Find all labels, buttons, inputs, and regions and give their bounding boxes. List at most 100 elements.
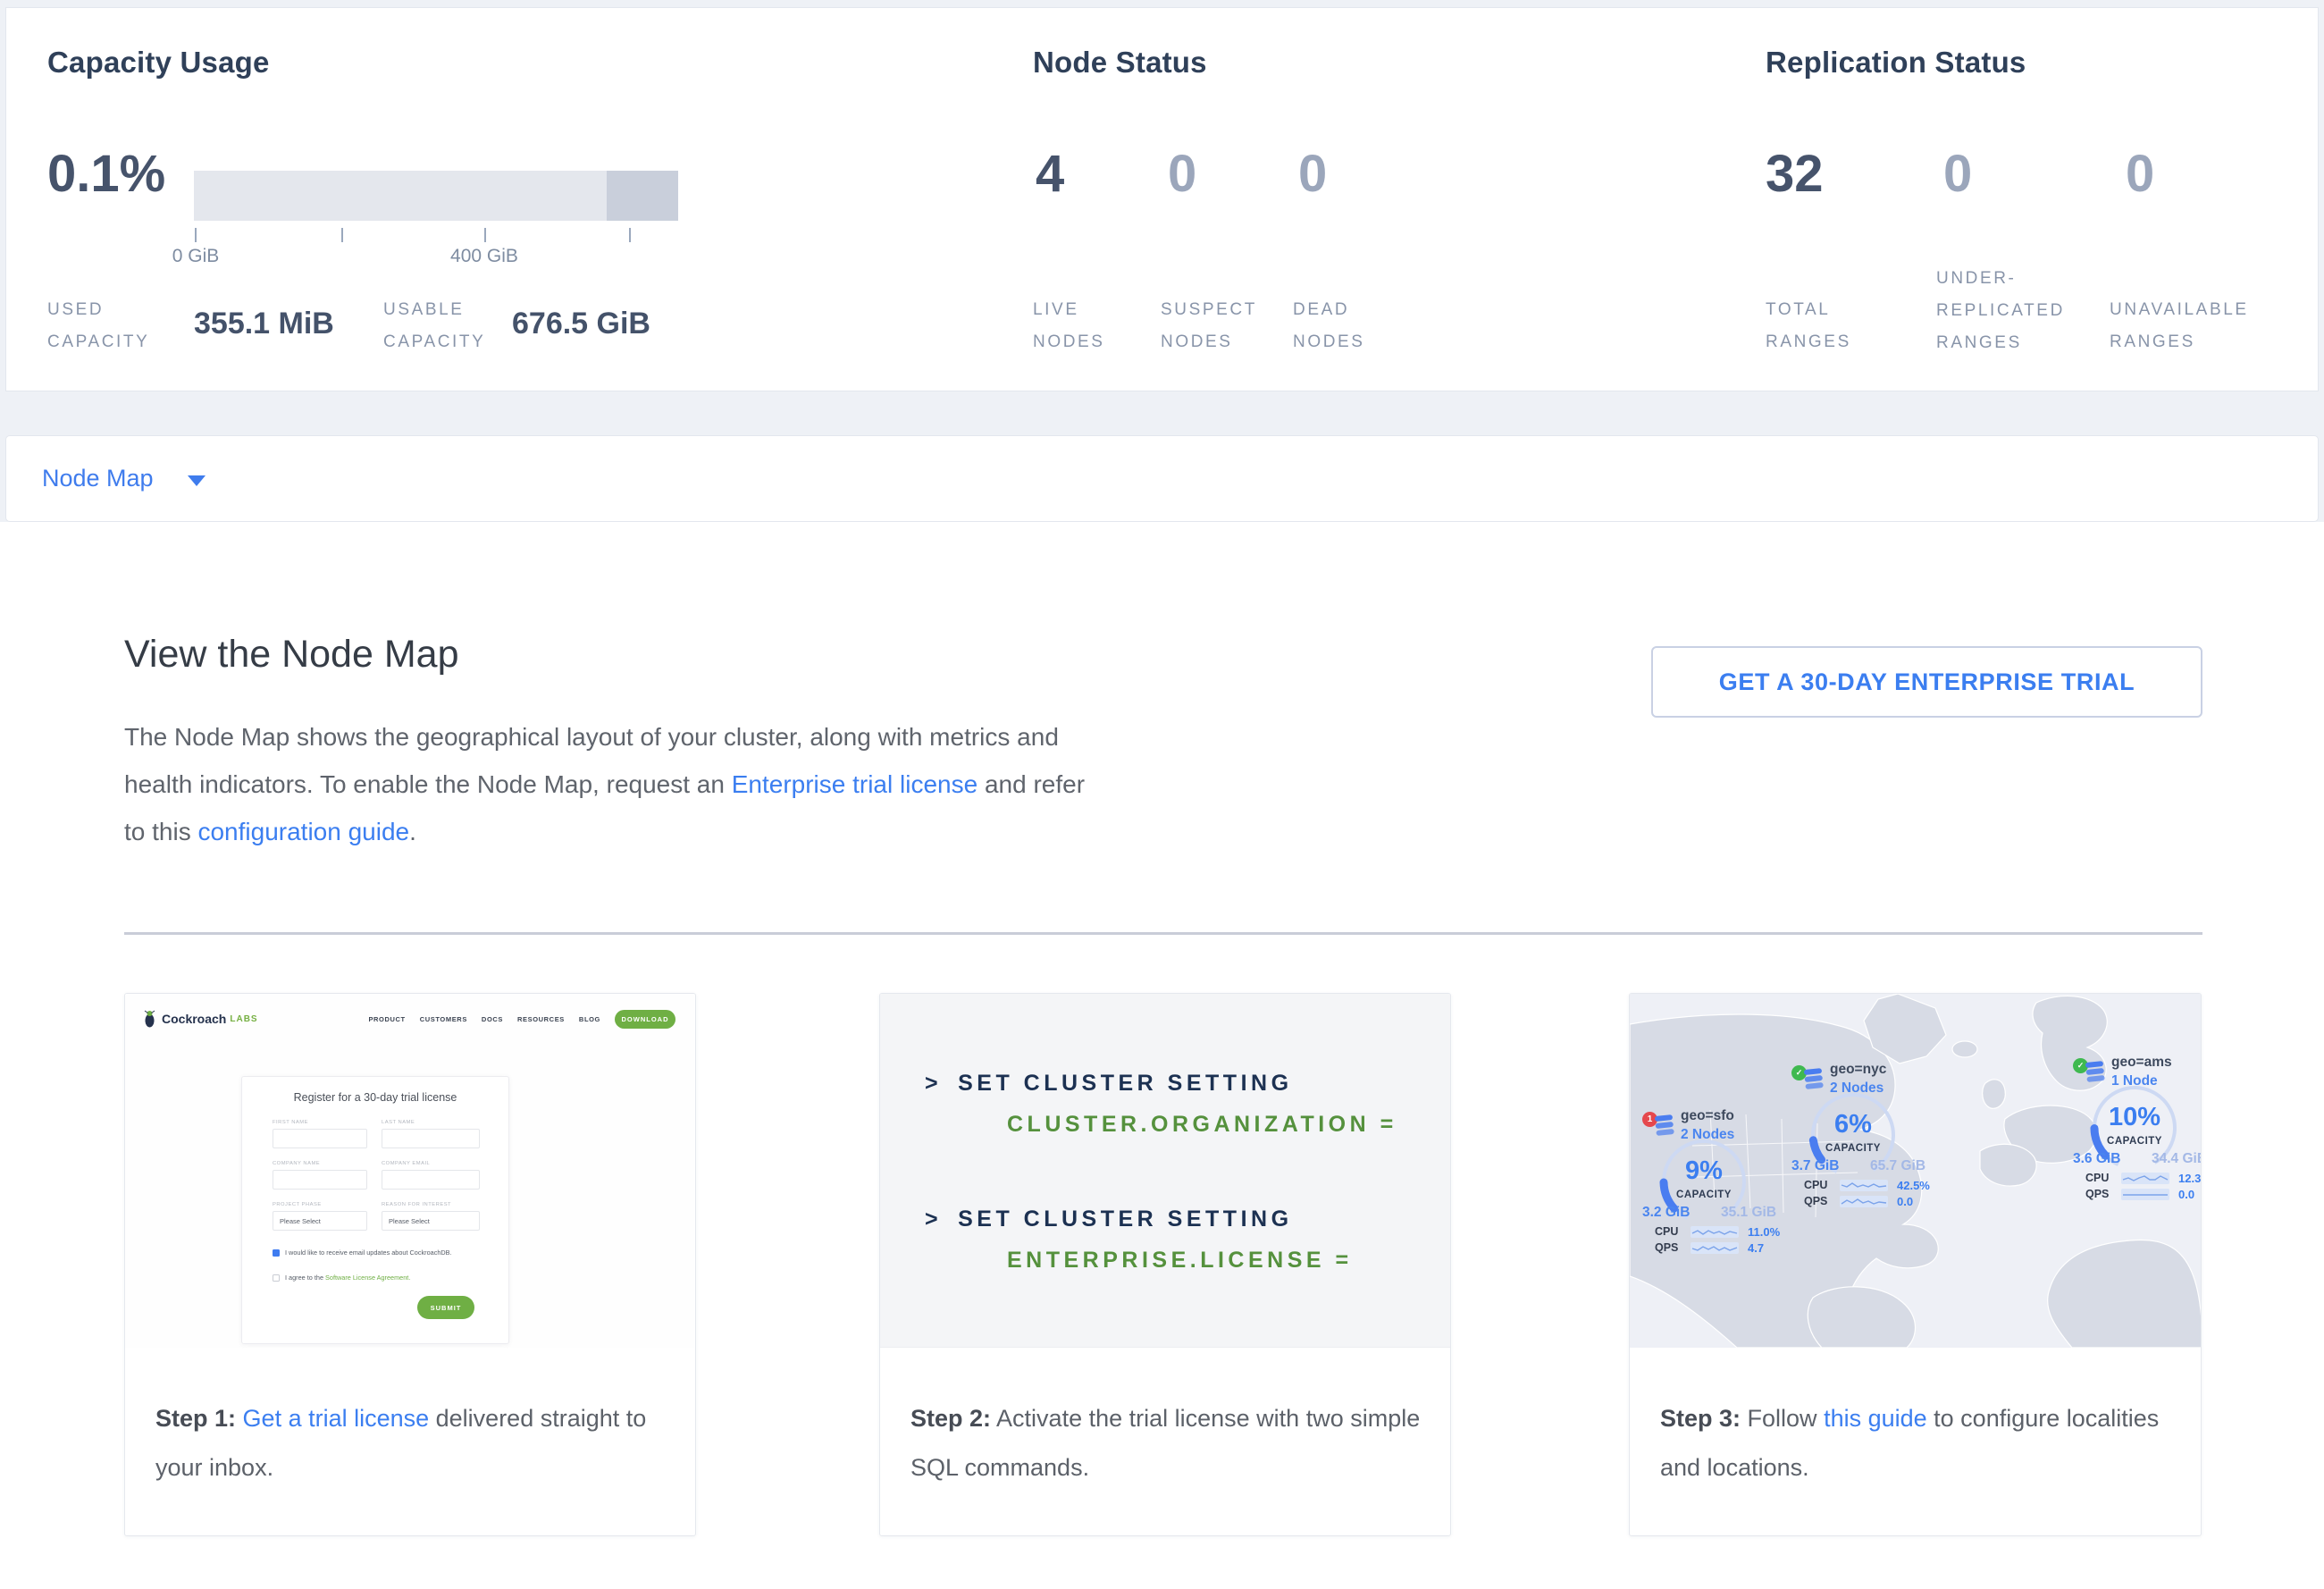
qps-label: QPS [1804, 1195, 1827, 1207]
capacity-percent: 9% [1650, 1156, 1758, 1186]
total-ranges-value: 32 [1766, 144, 1824, 204]
sql-setting-organization: CLUSTER.ORGANIZATION = [1007, 1112, 1397, 1138]
capacity-percent: 0.1% [47, 144, 165, 204]
sql-setting-license: ENTERPRISE.LICENSE = [1007, 1248, 1353, 1274]
this-guide-link[interactable]: this guide [1824, 1405, 1927, 1432]
total-ranges-label: TOTAL RANGES [1766, 294, 1851, 358]
locality-name: geo=ams [2111, 1055, 2172, 1071]
capacity-percent: 6% [1800, 1110, 1907, 1139]
qps-label: QPS [2085, 1188, 2109, 1200]
download-button: DOWNLOAD [615, 1010, 675, 1029]
capacity-bar [194, 171, 678, 221]
node-map-dropdown[interactable]: Node Map [5, 435, 2319, 522]
capacity-used: 3.2 GiB [1642, 1205, 1690, 1221]
field-label: COMPANY EMAIL [382, 1161, 480, 1166]
suspect-nodes-label: SUSPECT NODES [1161, 294, 1257, 358]
email-updates-checkbox-row: I would like to receive email updates ab… [273, 1248, 452, 1257]
step-number: Step 1: [155, 1405, 236, 1432]
enterprise-trial-license-link[interactable]: Enterprise trial license [732, 770, 977, 798]
live-nodes-label: LIVE NODES [1033, 294, 1105, 358]
license-agreement-checkbox-row: I agree to the Software License Agreemen… [273, 1274, 410, 1282]
cpu-label: CPU [2085, 1172, 2109, 1184]
chevron-down-icon [188, 475, 206, 486]
reason-select: Please Select [382, 1211, 480, 1231]
company-email-field [382, 1170, 480, 1190]
cpu-sparkline [1691, 1226, 1739, 1238]
node-map-enterprise-section: View the Node Map The Node Map shows the… [0, 522, 2324, 1589]
cpu-label: CPU [1804, 1179, 1827, 1191]
under-replicated-value: 0 [1943, 144, 1972, 204]
trial-registration-thumbnail: Cockroach LABS PRODUCT CUSTOMERS DOCS RE… [125, 994, 695, 1348]
locality-name: geo=nyc [1830, 1062, 1886, 1078]
map-node-sfo: 1 geo=sfo 2 Nodes 9% CAPACITY 3.2 GiB [1642, 1064, 1794, 1260]
cluster-summary-panel: Capacity Usage 0.1% 0 GiB 400 GiB USED C… [5, 7, 2319, 391]
tick-label-0: 0 GiB [133, 246, 258, 267]
capacity-label: CAPACITY [2081, 1136, 2188, 1147]
cpu-value: 11.0% [1748, 1225, 1780, 1239]
axis-tick [195, 228, 197, 242]
step1-card: Cockroach LABS PRODUCT CUSTOMERS DOCS RE… [124, 993, 696, 1536]
brand-suffix: LABS [230, 1014, 257, 1024]
step1-caption: Step 1: Get a trial license delivered st… [155, 1394, 672, 1492]
node-status-title: Node Status [1033, 46, 1207, 80]
checkbox-empty-icon [273, 1274, 280, 1282]
capacity-used: 3.6 GiB [2073, 1151, 2120, 1167]
step-number: Step 3: [1660, 1405, 1741, 1432]
live-nodes-value: 4 [1036, 144, 1064, 204]
caption-text: Follow [1741, 1405, 1824, 1432]
field-label: FIRST NAME [273, 1120, 367, 1125]
qps-value: 0.0 [2178, 1188, 2194, 1201]
get-trial-license-link[interactable]: Get a trial license [243, 1405, 430, 1432]
nav-item: BLOG [579, 1015, 600, 1023]
brand-name: Cockroach [162, 1012, 226, 1026]
nav-item: PRODUCT [368, 1015, 405, 1023]
field-label: PROJECT PHASE [273, 1202, 367, 1207]
sql-statement: SET CLUSTER SETTING [958, 1206, 1292, 1232]
cpu-value: 12.3% [2178, 1172, 2202, 1185]
nav-item: CUSTOMERS [420, 1015, 467, 1023]
capacity-total: 34.4 GiB [2152, 1151, 2202, 1167]
qps-label: QPS [1655, 1241, 1678, 1254]
page-title: View the Node Map [124, 633, 459, 677]
configuration-guide-link[interactable]: configuration guide [197, 818, 409, 845]
capacity-bar-reserved-segment [607, 171, 678, 221]
capacity-label: CAPACITY [1800, 1143, 1907, 1154]
capacity-percent: 10% [2081, 1103, 2188, 1132]
caption-text [236, 1405, 243, 1432]
axis-tick [341, 228, 343, 242]
axis-tick [484, 228, 486, 242]
select-value: Please Select [273, 1212, 366, 1225]
step3-card: 1 geo=sfo 2 Nodes 9% CAPACITY 3.2 GiB [1629, 993, 2202, 1536]
sql-statement: SET CLUSTER SETTING [958, 1071, 1292, 1096]
used-capacity-value: 355.1 MiB [194, 307, 334, 341]
get-enterprise-trial-button[interactable]: GET A 30-DAY ENTERPRISE TRIAL [1651, 646, 2202, 718]
submit-button: SUBMIT [417, 1296, 474, 1319]
node-map-dropdown-label: Node Map [42, 465, 154, 492]
dead-nodes-label: DEAD NODES [1293, 294, 1365, 358]
label-text: I agree to the [285, 1274, 325, 1282]
field-label: REASON FOR INTEREST [382, 1202, 480, 1207]
project-phase-select: Please Select [273, 1211, 367, 1231]
map-node-ams: ✓ geo=ams 1 Node 10% CAPACITY 3.6 GiB [2073, 1010, 2202, 1206]
last-name-field [382, 1129, 480, 1148]
select-value: Please Select [382, 1212, 479, 1225]
locality-name: geo=sfo [1681, 1108, 1734, 1124]
qps-value: 4.7 [1748, 1241, 1764, 1255]
dead-nodes-value: 0 [1298, 144, 1327, 204]
nav-item: RESOURCES [517, 1015, 565, 1023]
usable-capacity-label: USABLE CAPACITY [383, 294, 485, 358]
tick-label-400: 400 GiB [422, 246, 547, 267]
capacity-label: CAPACITY [1650, 1190, 1758, 1200]
usable-capacity-value: 676.5 GiB [512, 307, 650, 341]
capacity-total: 65.7 GiB [1870, 1158, 1925, 1174]
field-label: COMPANY NAME [273, 1161, 367, 1166]
sql-prompt: > [925, 1071, 942, 1096]
cpu-sparkline [1840, 1180, 1888, 1191]
unavailable-ranges-value: 0 [2126, 144, 2154, 204]
under-replicated-label: UNDER- REPLICATED RANGES [1936, 263, 2065, 359]
step3-caption: Step 3: Follow this guide to configure l… [1660, 1394, 2177, 1492]
qps-sparkline [1691, 1242, 1739, 1254]
nav-item: DOCS [482, 1015, 503, 1023]
checkbox-checked-icon [273, 1249, 280, 1257]
qps-value: 0.0 [1897, 1195, 1913, 1208]
